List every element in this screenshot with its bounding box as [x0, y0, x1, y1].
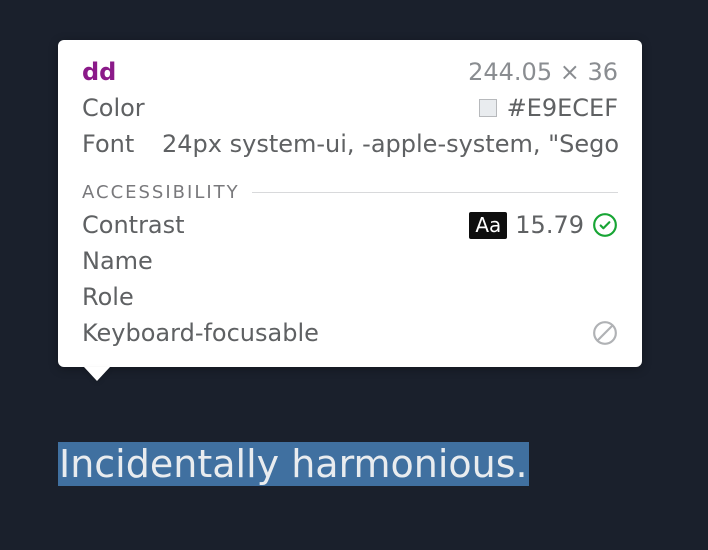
contrast-label: Contrast — [82, 211, 185, 239]
inspected-element-text[interactable]: Incidentally harmonious. — [58, 442, 529, 486]
contrast-value-group: Aa 15.79 — [469, 211, 618, 239]
font-label: Font — [82, 130, 152, 158]
check-circle-icon — [592, 212, 618, 238]
name-row: Name — [82, 247, 618, 275]
element-dimensions: 244.05 × 36 — [468, 58, 618, 86]
color-row: Color #E9ECEF — [82, 94, 618, 122]
keyboard-focusable-value — [592, 320, 618, 346]
tooltip-header: dd 244.05 × 36 — [82, 58, 618, 86]
accessibility-heading-text: ACCESSIBILITY — [82, 182, 240, 203]
color-label: Color — [82, 94, 152, 122]
element-inspector-tooltip: dd 244.05 × 36 Color #E9ECEF Font 24px s… — [58, 40, 642, 367]
contrast-row: Contrast Aa 15.79 — [82, 211, 618, 239]
divider — [252, 192, 618, 193]
accessibility-heading: ACCESSIBILITY — [82, 182, 618, 203]
accessible-role-label: Role — [82, 283, 134, 311]
role-row: Role — [82, 283, 618, 311]
contrast-ratio: 15.79 — [515, 211, 584, 239]
not-allowed-icon — [592, 320, 618, 346]
color-swatch-icon — [479, 99, 497, 117]
color-hex: #E9ECEF — [507, 94, 618, 122]
color-value: #E9ECEF — [479, 94, 618, 122]
accessible-name-label: Name — [82, 247, 153, 275]
keyboard-focusable-row: Keyboard-focusable — [82, 319, 618, 347]
keyboard-focusable-label: Keyboard-focusable — [82, 319, 319, 347]
contrast-sample-badge: Aa — [469, 212, 507, 239]
font-row: Font 24px system-ui, -apple-system, "Seg… — [82, 130, 618, 158]
element-tag-name: dd — [82, 58, 116, 86]
font-value: 24px system-ui, -apple-system, "Segoe… — [162, 130, 618, 158]
